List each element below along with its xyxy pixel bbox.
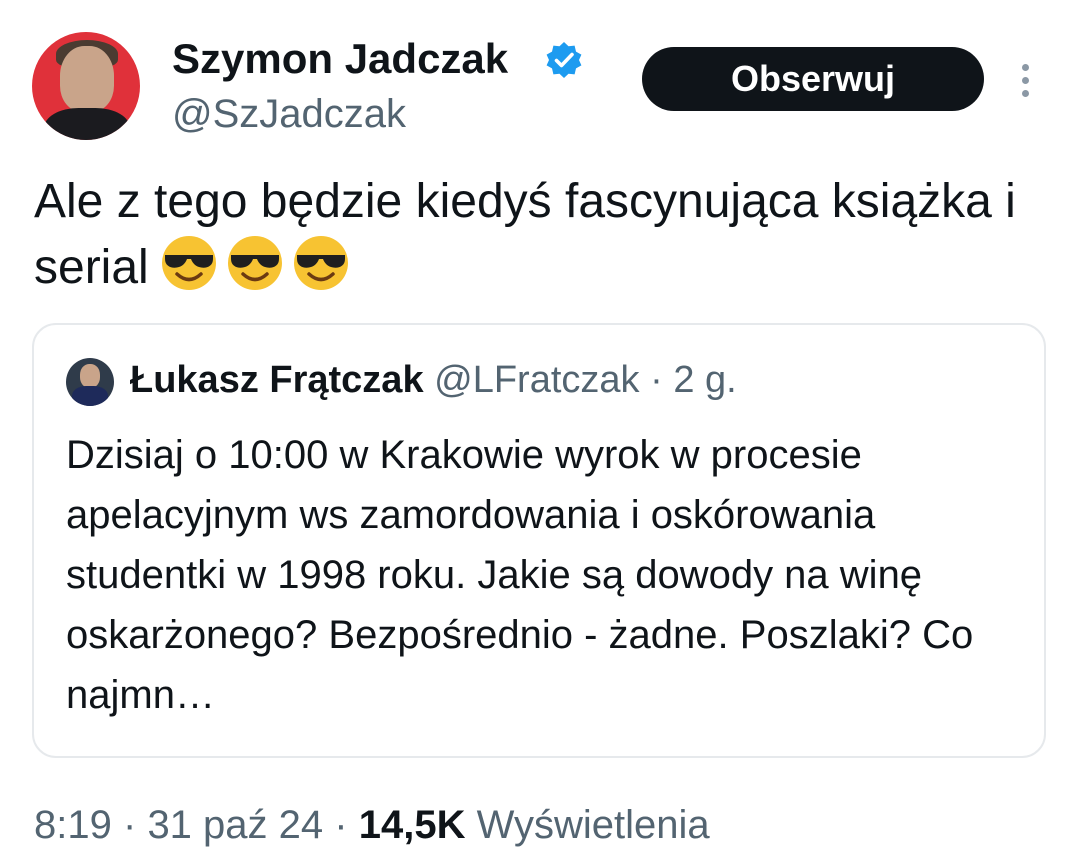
emoji-group (159, 233, 357, 309)
quoted-separator: · (650, 359, 663, 401)
views-count[interactable]: 14,5K (359, 803, 466, 847)
sunglasses-emoji-icon (161, 236, 216, 290)
sunglasses-emoji-icon (227, 236, 282, 290)
quoted-author-avatar[interactable] (66, 358, 114, 406)
author-avatar[interactable] (32, 32, 140, 140)
tweet-time[interactable]: 8:19 (34, 803, 112, 847)
quoted-tweet-card[interactable]: Łukasz Frątczak @LFratczak · 2 g. Dzisia… (32, 323, 1046, 758)
quoted-author-handle[interactable]: @LFratczak (434, 359, 639, 401)
tweet-text: Ale z tego będzie kiedyś fascynująca ksi… (34, 170, 1044, 309)
footer-separator: · (122, 803, 137, 847)
author-handle[interactable]: @SzJadczak (172, 90, 406, 138)
tweet-footer: 8:19 · 31 paź 24 · 14,5K Wyświetlenia (34, 800, 710, 850)
quoted-author-name[interactable]: Łukasz Frątczak (130, 359, 424, 401)
sunglasses-emoji-icon (293, 236, 348, 290)
quoted-time[interactable]: 2 g. (673, 359, 736, 401)
follow-button[interactable]: Obserwuj (642, 47, 984, 111)
quoted-header: Łukasz Frątczak @LFratczak · 2 g. (130, 355, 737, 405)
footer-separator: · (334, 803, 348, 847)
more-options-icon[interactable] (1012, 60, 1040, 100)
author-display-name[interactable]: Szymon Jadczak (172, 34, 508, 84)
quoted-tweet-text: Dzisiaj o 10:00 w Krakowie wyrok w proce… (66, 433, 974, 717)
views-label[interactable]: Wyświetlenia (477, 803, 710, 847)
tweet-date[interactable]: 31 paź 24 (147, 803, 323, 847)
verified-badge-icon (546, 42, 582, 78)
